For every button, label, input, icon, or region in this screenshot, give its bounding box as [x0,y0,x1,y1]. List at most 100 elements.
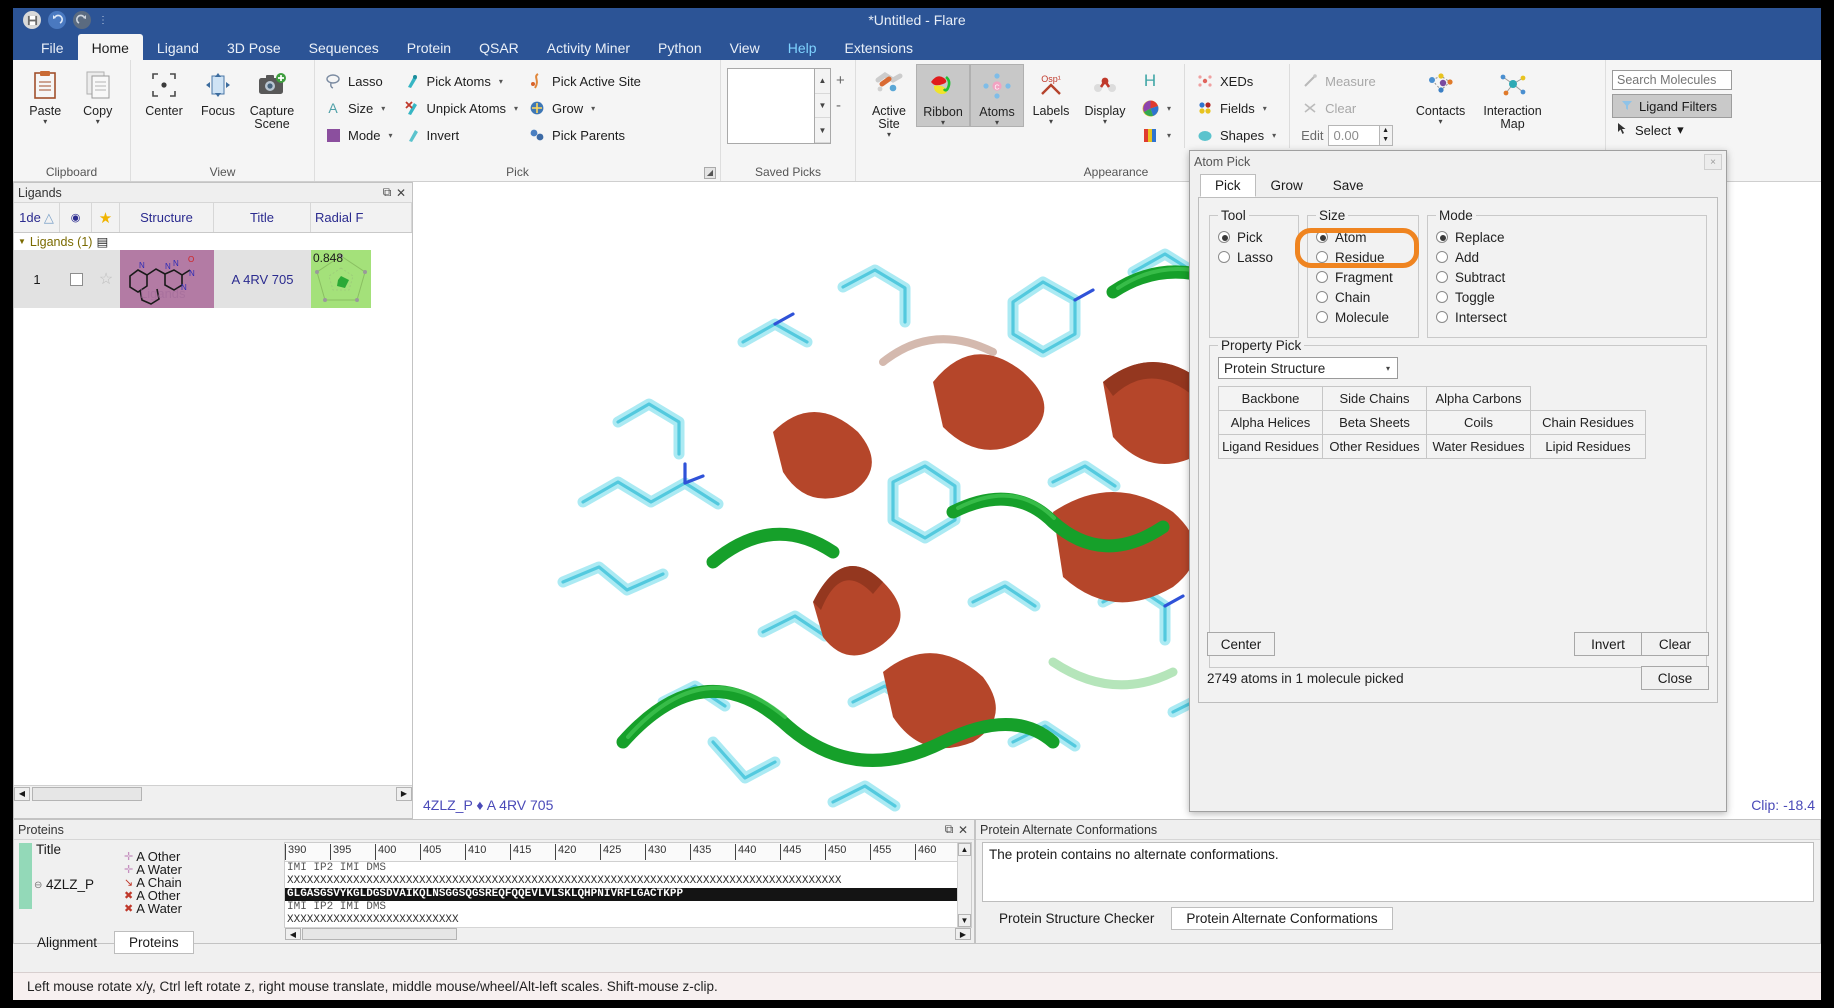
close-icon[interactable]: ✕ [394,186,408,200]
lipid-residues-button[interactable]: Lipid Residues [1530,434,1646,459]
pick-dialog-launcher[interactable]: ◢ [704,167,716,179]
select-button[interactable]: Select ▾ [1612,122,1740,138]
tab-activity-miner[interactable]: Activity Miner [533,34,644,60]
chevron-down-icon[interactable]: ▾ [1049,118,1053,126]
radio-mode-intersect[interactable]: Intersect [1436,307,1698,327]
tab-proteins[interactable]: Proteins [114,931,194,954]
atoms-button[interactable]: C Atoms ▾ [970,64,1024,127]
chevron-down-icon[interactable]: ▾ [1103,118,1107,126]
radio-mode-add[interactable]: Add [1436,247,1698,267]
tab-extensions[interactable]: Extensions [831,34,927,60]
chevron-down-icon[interactable]: ▾ [1677,122,1684,138]
column-header-star[interactable]: ★ [92,203,120,232]
alpha-carbons-button[interactable]: Alpha Carbons [1426,386,1531,411]
mode-button[interactable]: Mode ▾ [321,122,400,148]
chevron-down-icon[interactable]: ▾ [499,77,503,86]
shapes-button[interactable]: Shapes ▾ [1193,122,1283,148]
pick-atoms-button[interactable]: Pick Atoms ▾ [400,68,526,94]
cross-red-icon[interactable]: ✖ [124,889,133,902]
search-input[interactable] [1612,70,1732,90]
ligand-residues-button[interactable]: Ligand Residues [1218,434,1323,459]
scroll-left-icon[interactable]: ◀ [285,928,301,940]
edit-spinner[interactable]: ▲ ▼ [1379,124,1393,146]
tab-qsar[interactable]: QSAR [465,34,533,60]
float-icon[interactable]: ⧉ [942,822,956,837]
chain-residues-button[interactable]: Chain Residues [1530,410,1646,435]
measure-button[interactable]: Measure [1298,68,1399,94]
saved-picks-remove-button[interactable]: - [836,97,845,114]
ligands-group-row[interactable]: ▼ Ligands (1) ▤ [14,233,412,250]
ribbon-tab-bar[interactable]: File Home Ligand 3D Pose Sequences Prote… [13,34,1821,60]
chevron-down-icon[interactable]: ▾ [43,118,47,126]
radio-mode-replace[interactable]: Replace [1436,227,1698,247]
tab-home[interactable]: Home [77,34,143,60]
entry-expander[interactable]: ⊖ [34,880,42,891]
radio-tool-pick[interactable]: Pick [1218,227,1290,247]
saved-picks-scrollbar[interactable]: ▲ ▼ ▼ [815,68,831,144]
clear-measure-button[interactable]: Clear [1298,95,1399,121]
ligand-filters-button[interactable]: Ligand Filters [1612,94,1732,118]
lasso-button[interactable]: Lasso [321,68,400,94]
radio-size-residue[interactable]: Residue [1316,247,1410,267]
copy-button[interactable]: Copy ▾ [72,64,125,126]
scroll-up-icon[interactable]: ▲ [815,69,830,94]
focus-button[interactable]: Focus [191,64,245,131]
capture-scene-button[interactable]: Capture Scene [245,64,299,131]
radio-tool-lasso[interactable]: Lasso [1218,247,1290,267]
interaction-map-button[interactable]: Interaction Map [1474,64,1552,131]
radio-size-molecule[interactable]: Molecule [1316,307,1410,327]
column-header-code[interactable]: 1de △ [14,203,60,232]
center-button-dialog[interactable]: Center [1207,632,1275,656]
tab-pick[interactable]: Pick [1200,174,1256,197]
tab-ligand[interactable]: Ligand [143,34,213,60]
sequence-vertical-scrollbar[interactable]: ▲ ▼ [957,843,971,927]
scroll-left-icon[interactable]: ◀ [14,786,30,801]
tab-protein-alternate-conformations[interactable]: Protein Alternate Conformations [1171,907,1393,930]
chevron-down-icon[interactable]: ▾ [381,104,385,113]
table-row[interactable]: 1 ☆ NNN NN O Ligands A 4RV 705 0.848 [14,250,412,308]
tab-help[interactable]: Help [774,34,831,60]
property-pick-dropdown[interactable]: Protein Structure ▾ [1218,357,1398,379]
close-icon[interactable]: × [1704,154,1722,170]
color-scheme-button[interactable]: ▾ [1138,95,1178,121]
coils-button[interactable]: Coils [1426,410,1531,435]
side-chains-button[interactable]: Side Chains [1322,386,1427,411]
radio-mode-subtract[interactable]: Subtract [1436,267,1698,287]
float-icon[interactable]: ⧉ [380,185,394,200]
pick-active-site-button[interactable]: Pick Active Site [525,68,648,94]
chevron-down-icon[interactable]: ▾ [389,131,393,140]
chevron-down-icon[interactable]: ▾ [887,131,891,139]
unpick-atoms-button[interactable]: Unpick Atoms ▾ [400,95,526,121]
saved-picks-add-button[interactable]: + [836,72,845,89]
tab-grow[interactable]: Grow [1256,174,1318,197]
saved-picks-list[interactable] [727,68,815,144]
sequence-line-chain[interactable]: GLGASGSVYKGLDGSDVAIKQLNSGGSQGSREQFQQEVLV… [285,888,957,901]
column-header-radial[interactable]: Radial F [311,203,412,232]
active-site-button[interactable]: Active Site ▾ [862,64,916,139]
edit-distance-control[interactable]: Edit 0.00 ▲ ▼ [1298,122,1399,148]
tab-protein-structure-checker[interactable]: Protein Structure Checker [984,907,1169,930]
chevron-down-icon[interactable]: ▾ [1272,131,1276,140]
backbone-button[interactable]: Backbone [1218,386,1323,411]
grow-button[interactable]: Grow ▾ [525,95,648,121]
column-header-title[interactable]: Title [214,203,311,232]
column-header-visible[interactable]: ◉ [60,203,92,232]
clear-button-dialog[interactable]: Clear [1641,632,1709,656]
scroll-end-icon[interactable]: ▼ [815,118,830,144]
chevron-down-icon[interactable]: ▾ [941,119,945,127]
hydrogen-toggle-button[interactable]: H [1138,68,1178,94]
scroll-down-icon[interactable]: ▼ [815,94,830,119]
atom-pick-tabs[interactable]: Pick Grow Save [1190,173,1726,197]
alt-conf-tabs[interactable]: Protein Structure Checker Protein Altern… [976,904,1820,930]
chevron-down-icon[interactable]: ▾ [1379,364,1397,373]
chevron-down-icon[interactable]: ▾ [995,119,999,127]
labels-button[interactable]: Osp¹ Labels ▾ [1024,64,1078,126]
paste-button[interactable]: Paste ▾ [19,64,72,126]
tab-view[interactable]: View [716,34,774,60]
edit-value-field[interactable]: 0.00 [1327,124,1380,146]
invert-button-dialog[interactable]: Invert [1574,632,1642,656]
column-header-structure[interactable]: Structure [120,203,214,232]
cross-dim-icon[interactable]: ✛ [124,863,133,876]
chain-icon[interactable]: ↘ [124,876,133,889]
radio-mode-toggle[interactable]: Toggle [1436,287,1698,307]
